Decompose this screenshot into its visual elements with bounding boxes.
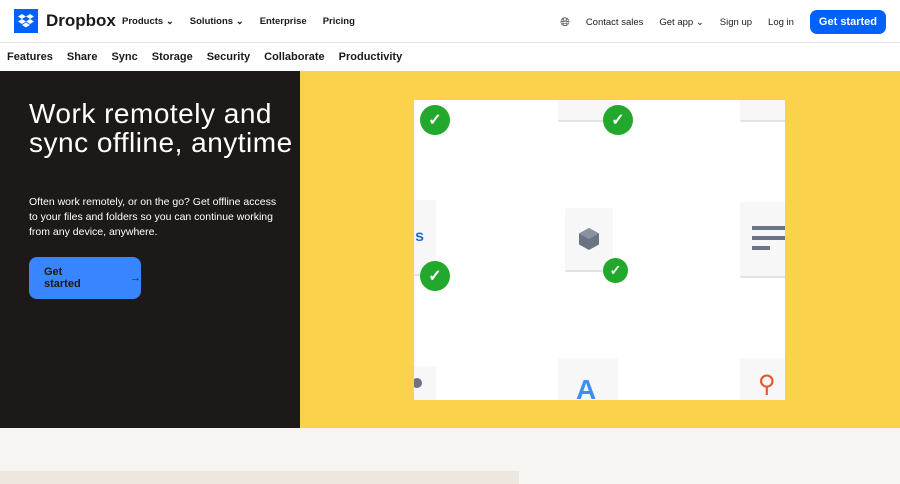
subnav-security[interactable]: Security — [207, 51, 250, 63]
hero-text-section: Work remotely and sync offline, anytime … — [0, 71, 300, 428]
sign-up-link[interactable]: Sign up — [720, 17, 752, 28]
globe-icon[interactable]: 🌐︎ — [560, 15, 570, 30]
check-icon: ✓ — [603, 105, 633, 135]
check-icon: ✓ — [603, 258, 628, 283]
check-icon: ✓ — [420, 261, 450, 291]
nav-pricing[interactable]: Pricing — [323, 16, 355, 27]
log-in-link[interactable]: Log in — [768, 17, 794, 28]
sync-illustration: s A ⚲ ✓ ✓ ✓ ✓ — [414, 100, 785, 400]
subnav-features[interactable]: Features — [7, 51, 53, 63]
top-nav: Dropbox Products ⌄ Solutions ⌄ Enterpris… — [0, 0, 900, 43]
next-section — [0, 471, 519, 484]
document-icon — [740, 202, 785, 278]
nav-enterprise[interactable]: Enterprise — [260, 16, 307, 27]
hero-get-started-button[interactable]: Get started → — [29, 257, 141, 299]
subnav-productivity[interactable]: Productivity — [339, 51, 403, 63]
subnav-storage[interactable]: Storage — [152, 51, 193, 63]
nav-solutions[interactable]: Solutions ⌄ — [190, 16, 244, 27]
get-app-menu[interactable]: Get app ⌄ — [659, 17, 703, 28]
hero-illustration: s A ⚲ ✓ ✓ ✓ ✓ — [300, 71, 900, 428]
get-started-button[interactable]: Get started — [809, 10, 886, 34]
arrow-right-icon: → — [130, 272, 141, 284]
brand-name: Dropbox — [46, 11, 116, 30]
dropbox-logo[interactable]: Dropbox — [14, 9, 116, 33]
hero-title: Work remotely and sync offline, anytime — [29, 98, 293, 158]
dropbox-icon — [14, 9, 38, 33]
subnav-share[interactable]: Share — [67, 51, 98, 63]
hero-description: Often work remotely, or on the go? Get o… — [29, 196, 277, 238]
subnav-sync[interactable]: Sync — [111, 51, 137, 63]
sub-nav: Features Share Sync Storage Security Col… — [0, 43, 900, 71]
contact-sales-link[interactable]: Contact sales — [586, 17, 644, 28]
subnav-collaborate[interactable]: Collaborate — [264, 51, 325, 63]
nav-products[interactable]: Products ⌄ — [122, 16, 174, 27]
check-icon: ✓ — [420, 105, 450, 135]
